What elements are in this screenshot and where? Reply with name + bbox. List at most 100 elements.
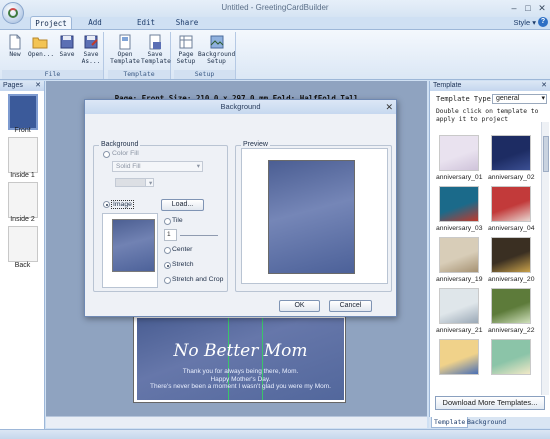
save-as-button[interactable]: Save As... xyxy=(80,34,102,65)
file-group: New Open... Save Save As... File xyxy=(2,32,104,79)
preview-group-label: Preview xyxy=(241,141,270,148)
maximize-icon[interactable]: □ xyxy=(522,3,534,13)
fill-color-swatch[interactable] xyxy=(115,178,148,187)
tab-add-pieces[interactable]: Add Pieces xyxy=(75,16,115,40)
fill-type-value: Solid Fill xyxy=(116,163,141,170)
tab-edit-pieces[interactable]: Edit Pieces xyxy=(124,16,168,40)
open-template-button[interactable]: Open Template xyxy=(110,34,140,65)
template-item[interactable]: anniversary_22 xyxy=(488,288,534,334)
help-icon[interactable]: ? xyxy=(538,17,548,27)
chevron-down-icon: ▾ xyxy=(149,180,153,187)
ok-button[interactable]: OK xyxy=(279,300,320,312)
ribbon-tabs: Project Add Pieces Edit Pieces Share Sty… xyxy=(0,14,550,40)
template-thumbnail[interactable] xyxy=(439,288,479,324)
status-bar xyxy=(0,429,550,439)
open-template-label: Open Template xyxy=(110,51,140,65)
fill-type-select[interactable]: Solid Fill ▾ xyxy=(112,161,203,172)
style-menu[interactable]: Style ▾ xyxy=(513,18,536,27)
setup-group-label: Setup xyxy=(174,70,235,79)
tab-project[interactable]: Project xyxy=(30,16,72,30)
template-hint: Double click on template to apply it to … xyxy=(436,108,539,123)
page-setup-button[interactable]: Page Setup xyxy=(175,34,197,65)
card-text-line[interactable]: Thank you for always being there, Mom. xyxy=(137,368,344,375)
template-item[interactable]: anniversary_02 xyxy=(488,135,534,181)
horizontal-scrollbar[interactable] xyxy=(46,416,427,428)
image-radio[interactable] xyxy=(103,201,110,208)
template-thumbnail[interactable] xyxy=(491,237,531,273)
background-setup-icon xyxy=(210,35,223,49)
tab-template[interactable]: Template xyxy=(431,417,469,428)
template-name: anniversary_22 xyxy=(488,327,535,334)
template-thumbnail[interactable] xyxy=(491,288,531,324)
template-thumbnail[interactable] xyxy=(491,135,531,171)
template-item[interactable] xyxy=(488,339,534,378)
color-fill-radio[interactable] xyxy=(103,151,110,158)
tile-slider[interactable] xyxy=(180,235,218,236)
template-item[interactable]: anniversary_01 xyxy=(436,135,482,181)
chevron-down-icon: ▾ xyxy=(196,163,200,170)
template-thumbnail[interactable] xyxy=(439,339,479,375)
background-group-label: Background xyxy=(99,141,141,148)
template-item[interactable]: anniversary_20 xyxy=(488,237,534,283)
page-thumb-back[interactable] xyxy=(8,226,38,262)
ribbon: New Open... Save Save As... File Open Te… xyxy=(0,29,550,80)
stretch-crop-radio[interactable] xyxy=(164,277,171,284)
download-templates-button[interactable]: Download More Templates... xyxy=(435,396,545,410)
card-text-line[interactable]: There's never been a moment I wasn't gla… xyxy=(137,383,344,390)
template-type-select[interactable]: general xyxy=(492,94,547,104)
template-thumbnail[interactable] xyxy=(439,186,479,222)
page-thumb-inside-2[interactable] xyxy=(8,182,38,218)
page-label-front: Front xyxy=(14,127,31,134)
open-folder-icon xyxy=(32,37,48,49)
app-menu-button[interactable] xyxy=(2,2,24,24)
image-label: Image xyxy=(111,200,134,209)
fill-color-dropdown[interactable]: ▾ xyxy=(145,178,154,187)
load-image-button[interactable]: Load... xyxy=(161,199,204,211)
template-thumbnail[interactable] xyxy=(439,237,479,273)
page-thumb-front[interactable] xyxy=(8,94,38,130)
app-logo-icon xyxy=(8,8,18,18)
template-item[interactable] xyxy=(436,339,482,378)
stretch-radio[interactable] xyxy=(164,262,171,269)
template-thumbnail[interactable] xyxy=(491,339,531,375)
tile-count-input[interactable]: 1 xyxy=(164,229,177,241)
template-panel-header: Template ✕ xyxy=(430,81,550,91)
center-radio[interactable] xyxy=(164,247,171,254)
tab-share[interactable]: Share xyxy=(174,16,200,30)
background-setup-button[interactable]: Background Setup xyxy=(198,34,235,65)
template-item[interactable]: anniversary_19 xyxy=(436,237,482,283)
tile-radio[interactable] xyxy=(164,218,171,225)
card-text-line[interactable]: Happy Mother's Day. xyxy=(137,376,344,383)
style-menu-label: Style xyxy=(513,18,531,27)
cancel-button[interactable]: Cancel xyxy=(329,300,372,312)
template-name: anniversary_20 xyxy=(488,276,535,283)
open-template-icon xyxy=(119,34,131,50)
save-template-button[interactable]: Save Template xyxy=(141,34,171,65)
page-label-inside-2: Inside 2 xyxy=(10,216,35,223)
card-headline[interactable]: No Better Mom xyxy=(137,341,344,361)
template-item[interactable]: anniversary_04 xyxy=(488,186,534,232)
template-panel-close-icon[interactable]: ✕ xyxy=(541,81,547,91)
tile-label: Tile xyxy=(172,217,183,224)
dialog-close-icon[interactable]: ✕ xyxy=(385,101,393,113)
page-thumb-inside-1[interactable] xyxy=(8,137,38,173)
close-icon[interactable]: ✕ xyxy=(536,3,548,13)
save-button-label: Save xyxy=(59,51,75,58)
minimize-icon[interactable]: – xyxy=(508,3,520,13)
template-scroll-thumb[interactable] xyxy=(543,136,549,172)
template-item[interactable]: anniversary_21 xyxy=(436,288,482,334)
template-name: anniversary_03 xyxy=(436,225,483,232)
open-button[interactable]: Open... xyxy=(28,34,54,58)
color-fill-label: Color Fill xyxy=(112,150,139,157)
dialog-title-text: Background xyxy=(220,102,261,111)
template-thumbnail[interactable] xyxy=(439,135,479,171)
template-item[interactable]: anniversary_03 xyxy=(436,186,482,232)
pages-panel-close-icon[interactable]: ✕ xyxy=(35,81,41,91)
tab-background[interactable]: Background xyxy=(465,417,508,428)
new-button[interactable]: New xyxy=(4,34,26,58)
save-button[interactable]: Save xyxy=(56,34,78,58)
background-setup-label: Background Setup xyxy=(198,51,236,65)
template-thumbnail[interactable] xyxy=(491,186,531,222)
template-scrollbar[interactable] xyxy=(541,122,549,395)
template-name: anniversary_21 xyxy=(436,327,483,334)
